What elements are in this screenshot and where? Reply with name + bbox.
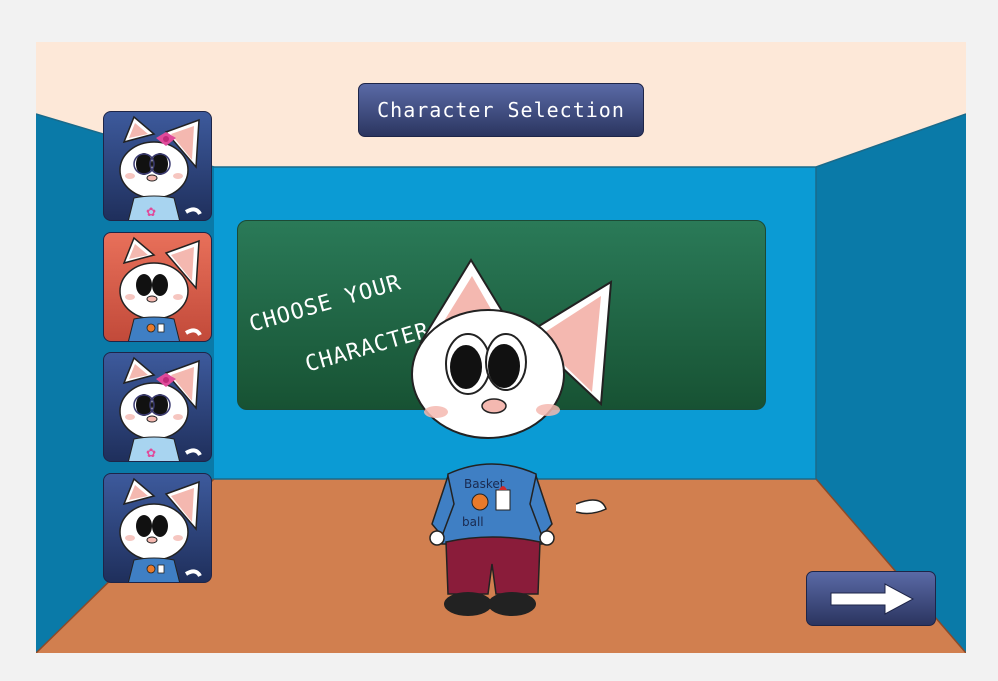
character-thumbnail-2[interactable] (103, 232, 212, 342)
shirt-text-line-1: Basket (464, 477, 505, 491)
character-portrait: ✿ (119, 115, 202, 220)
character-portrait (119, 236, 202, 341)
svg-text:✿: ✿ (146, 205, 156, 219)
page-title: Character Selection (377, 98, 625, 122)
game-scene: Character Selection CHOOSE YOUR CHARACTE… (36, 42, 966, 653)
right-arrow-icon (830, 583, 915, 615)
title-banner: Character Selection (358, 83, 644, 137)
character-thumbnail-1[interactable]: ✿ (103, 111, 212, 221)
character-thumbnail-3[interactable]: ✿ (103, 352, 212, 462)
next-button[interactable] (806, 571, 936, 626)
shirt-text-line-2: ball (462, 515, 484, 529)
selected-character-preview: Basket ball (411, 258, 613, 616)
character-portrait (119, 477, 202, 582)
character-portrait: ✿ (119, 356, 202, 461)
svg-text:✿: ✿ (146, 446, 156, 460)
character-thumbnail-4[interactable] (103, 473, 212, 583)
